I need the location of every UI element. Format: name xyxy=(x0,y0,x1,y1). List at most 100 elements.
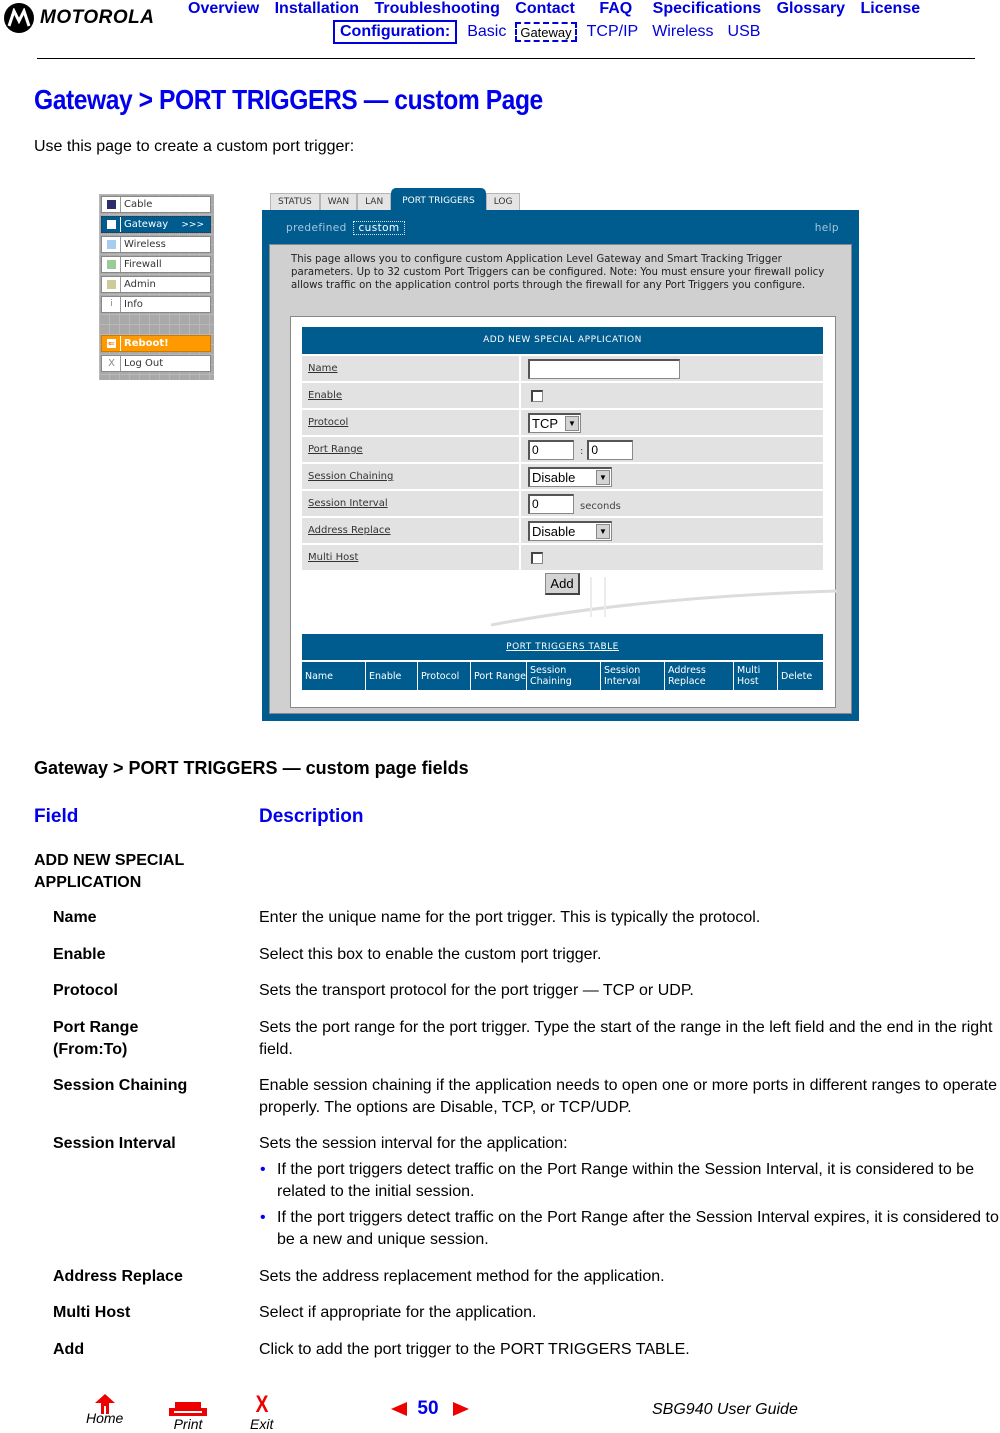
router-subtabs: predefined custom xyxy=(286,221,405,235)
router-description: This page allows you to configure custom… xyxy=(291,254,825,291)
enable-checkbox[interactable] xyxy=(531,389,543,402)
print-button[interactable]: Print xyxy=(169,1402,207,1432)
nav-faq[interactable]: FAQ xyxy=(599,0,632,17)
field-label: Multi Host xyxy=(53,1304,131,1321)
address-replace-label[interactable]: Address Replace xyxy=(302,518,519,543)
field-description: Sets the port range for the port trigger… xyxy=(259,1019,993,1058)
field-column-header: Field xyxy=(34,806,79,827)
name-input[interactable] xyxy=(528,358,680,379)
port-range-label[interactable]: Port Range xyxy=(302,437,519,462)
help-link[interactable]: help xyxy=(815,222,839,234)
address-replace-select[interactable]: Disable ▼ xyxy=(528,520,612,541)
seconds-unit-label: seconds xyxy=(580,501,621,512)
col-protocol: Protocol xyxy=(418,662,471,690)
session-chaining-label[interactable]: Session Chaining xyxy=(302,464,519,489)
previous-page-arrow-icon[interactable] xyxy=(391,1402,407,1416)
subtab-custom[interactable]: custom xyxy=(353,221,405,235)
nav-contact[interactable]: Contact xyxy=(515,0,575,17)
form-row-name: Name xyxy=(302,354,823,381)
col-session-interval: Session Interval xyxy=(601,662,665,690)
port-to-input[interactable]: 0 xyxy=(587,439,634,460)
field-description: Select if appropriate for the applicatio… xyxy=(259,1304,537,1321)
tab-port-triggers[interactable]: PORT TRIGGERS xyxy=(391,188,486,211)
form-row-session-chaining: Session Chaining Disable ▼ xyxy=(302,462,823,489)
multi-host-checkbox[interactable] xyxy=(531,551,543,564)
chevron-down-icon: ▼ xyxy=(565,415,579,431)
port-triggers-table-header[interactable]: PORT TRIGGERS TABLE xyxy=(302,634,823,660)
add-application-form: ADD NEW SPECIAL APPLICATION Name Enable … xyxy=(302,327,823,570)
sidebar-item-gateway[interactable]: Gateway >>> xyxy=(101,216,211,233)
protocol-label[interactable]: Protocol xyxy=(302,410,519,435)
field-label: Add xyxy=(53,1341,85,1358)
home-button[interactable]: Home xyxy=(86,1394,123,1426)
config-label[interactable]: Configuration: xyxy=(333,20,458,44)
tab-wan[interactable]: WAN xyxy=(319,193,358,211)
port-range-separator: : xyxy=(580,446,584,457)
session-chaining-select[interactable]: Disable ▼ xyxy=(528,466,612,487)
router-form-area: ADD NEW SPECIAL APPLICATION Name Enable … xyxy=(290,316,837,708)
tab-status[interactable]: STATUS xyxy=(270,193,320,211)
session-interval-input[interactable]: 0 xyxy=(528,493,574,514)
bullet-list: If the port triggers detect traffic on t… xyxy=(259,1159,1000,1251)
router-tabs: STATUS WAN LAN PORT TRIGGERS LOG xyxy=(270,188,521,211)
form-row-session-interval: Session Interval 0 seconds xyxy=(302,489,823,516)
tab-lan[interactable]: LAN xyxy=(357,193,392,211)
subnav-tcpip[interactable]: TCP/IP xyxy=(587,23,639,41)
field-description-block: Sets the session interval for the applic… xyxy=(259,1133,1000,1255)
sidebar-item-info[interactable]: i Info xyxy=(101,296,211,313)
sidebar-item-reboot[interactable]: ⇐ Reboot! xyxy=(101,335,211,352)
nav-specifications[interactable]: Specifications xyxy=(653,0,761,17)
sidebar-item-cable[interactable]: Cable xyxy=(101,196,211,213)
nav-troubleshooting[interactable]: Troubleshooting xyxy=(375,0,500,17)
field-description: Sets the transport protocol for the port… xyxy=(259,982,694,999)
nav-installation[interactable]: Installation xyxy=(275,0,359,17)
bullet-item: If the port triggers detect traffic on t… xyxy=(259,1159,1000,1203)
subnav-usb[interactable]: USB xyxy=(728,23,761,41)
exit-button[interactable]: X Exit xyxy=(250,1393,273,1433)
brand-name: MOTOROLA xyxy=(40,7,155,28)
tab-log[interactable]: LOG xyxy=(485,193,521,211)
config-subnav: Configuration: Basic Gateway TCP/IP Wire… xyxy=(333,20,774,44)
sidebar-item-admin[interactable]: Admin xyxy=(101,276,211,293)
nav-overview[interactable]: Overview xyxy=(188,0,259,17)
subtab-predefined[interactable]: predefined xyxy=(286,222,347,234)
info-icon: i xyxy=(110,299,113,309)
field-label: Enable xyxy=(53,946,106,963)
section-header: ADD NEW SPECIAL APPLICATION xyxy=(34,852,184,891)
port-from-input[interactable]: 0 xyxy=(528,439,574,460)
guide-title: SBG940 User Guide xyxy=(652,1401,798,1418)
router-sidebar: Cable Gateway >>> Wireless Firewall Admi… xyxy=(99,194,214,380)
add-button[interactable]: Add xyxy=(545,573,580,595)
chevron-down-icon: ▼ xyxy=(596,523,610,539)
session-interval-label[interactable]: Session Interval xyxy=(302,491,519,516)
sidebar-item-logout[interactable]: X Log Out xyxy=(101,355,211,372)
nav-glossary[interactable]: Glossary xyxy=(777,0,845,17)
field-description: Enable session chaining if the applicati… xyxy=(259,1077,997,1116)
field-description: Sets the address replacement method for … xyxy=(259,1268,665,1285)
col-session-chaining: Session Chaining xyxy=(527,662,601,690)
router-content-panel: This page allows you to configure custom… xyxy=(269,244,852,714)
nav-license[interactable]: License xyxy=(861,0,921,17)
subnav-basic[interactable]: Basic xyxy=(467,23,506,41)
form-row-port-range: Port Range 0 : 0 xyxy=(302,435,823,462)
name-label[interactable]: Name xyxy=(302,356,519,381)
subnav-wireless[interactable]: Wireless xyxy=(652,23,713,41)
sidebar-item-wireless[interactable]: Wireless xyxy=(101,236,211,253)
protocol-select[interactable]: TCP ▼ xyxy=(528,412,581,433)
form-row-multi-host: Multi Host xyxy=(302,543,823,570)
motorola-logo: MOTOROLA xyxy=(4,3,174,33)
multi-host-label[interactable]: Multi Host xyxy=(302,545,519,570)
subnav-gateway[interactable]: Gateway xyxy=(515,22,577,42)
add-application-header: ADD NEW SPECIAL APPLICATION xyxy=(302,327,823,354)
sidebar-item-firewall[interactable]: Firewall xyxy=(101,256,211,273)
router-main-frame: predefined custom help This page allows … xyxy=(262,210,859,721)
field-label: Session Interval xyxy=(53,1135,176,1152)
field-description: Click to add the port trigger to the POR… xyxy=(259,1341,690,1358)
port-triggers-table: PORT TRIGGERS TABLE Name Enable Protocol… xyxy=(302,634,823,690)
col-address-replace: Address Replace xyxy=(665,662,734,690)
page-number: 50 xyxy=(417,1398,439,1419)
next-page-arrow-icon[interactable] xyxy=(453,1402,469,1416)
field-description: Enter the unique name for the port trigg… xyxy=(259,909,761,926)
enable-label[interactable]: Enable xyxy=(302,383,519,408)
firewall-square-icon xyxy=(107,260,116,269)
